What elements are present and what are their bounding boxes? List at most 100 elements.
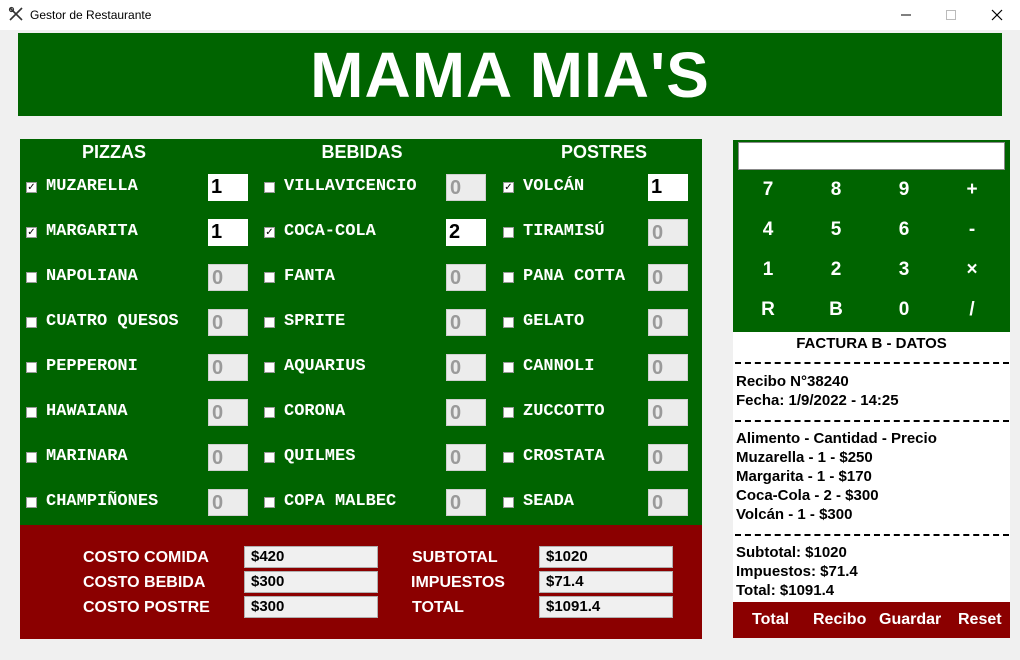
item-label: CANNOLI: [523, 357, 595, 376]
recibo-button[interactable]: Recibo: [813, 611, 866, 629]
item-quantity-field[interactable]: 0: [446, 399, 486, 426]
item-checkbox[interactable]: [503, 497, 514, 508]
item-checkbox[interactable]: [503, 227, 514, 238]
item-quantity-field[interactable]: 0: [208, 309, 248, 336]
impuestos-label: IMPUESTOS: [411, 574, 505, 591]
item-quantity-field[interactable]: 1: [208, 174, 248, 201]
calc-key[interactable]: 8: [806, 175, 866, 205]
subtotal-field[interactable]: $1020: [539, 546, 673, 568]
calc-key[interactable]: 1: [738, 255, 798, 285]
item-checkbox[interactable]: ✓: [264, 227, 275, 238]
item-checkbox[interactable]: ✓: [26, 227, 37, 238]
item-checkbox[interactable]: [264, 452, 275, 463]
item-quantity-field[interactable]: 0: [446, 489, 486, 516]
item-label: AQUARIUS: [284, 357, 366, 376]
item-quantity-field[interactable]: 0: [208, 399, 248, 426]
total-label: TOTAL: [412, 599, 464, 616]
item-checkbox[interactable]: [264, 497, 275, 508]
item-checkbox[interactable]: [264, 407, 275, 418]
item-label: CORONA: [284, 402, 346, 421]
item-quantity-field[interactable]: 0: [648, 354, 688, 381]
item-checkbox[interactable]: [264, 317, 275, 328]
item-quantity-field[interactable]: 0: [208, 264, 248, 291]
item-checkbox[interactable]: [503, 362, 514, 373]
reset-button[interactable]: Reset: [958, 611, 1002, 629]
item-quantity-field[interactable]: 0: [208, 489, 248, 516]
item-label: HAWAIANA: [46, 402, 128, 421]
restaurant-name: MAMA MIA'S: [310, 38, 710, 111]
item-quantity-field[interactable]: 0: [446, 444, 486, 471]
calc-key[interactable]: +: [942, 175, 1002, 205]
item-checkbox[interactable]: [503, 452, 514, 463]
item-label: VILLAVICENCIO: [284, 177, 417, 196]
costo-postre-field[interactable]: $300: [244, 596, 378, 618]
item-quantity-field[interactable]: 0: [446, 309, 486, 336]
item-label: MARGARITA: [46, 222, 138, 241]
item-quantity-field[interactable]: 0: [208, 354, 248, 381]
calc-key[interactable]: 2: [806, 255, 866, 285]
calc-key[interactable]: 4: [738, 215, 798, 245]
item-checkbox[interactable]: [264, 182, 275, 193]
calc-key[interactable]: R: [738, 295, 798, 325]
guardar-button[interactable]: Guardar: [879, 611, 941, 629]
calc-key[interactable]: 0: [874, 295, 934, 325]
total-button[interactable]: Total: [752, 611, 789, 629]
item-quantity-field[interactable]: 0: [648, 219, 688, 246]
item-checkbox[interactable]: [26, 452, 37, 463]
item-checkbox[interactable]: [26, 317, 37, 328]
calc-key[interactable]: 5: [806, 215, 866, 245]
item-quantity-field[interactable]: 0: [208, 444, 248, 471]
calculator-display[interactable]: [738, 142, 1005, 170]
maximize-button[interactable]: [928, 0, 974, 30]
item-label: CROSTATA: [523, 447, 605, 466]
item-checkbox[interactable]: [26, 272, 37, 283]
item-checkbox[interactable]: [503, 317, 514, 328]
item-checkbox[interactable]: ✓: [503, 182, 514, 193]
item-label: COCA-COLA: [284, 222, 376, 241]
receipt-columns-header: Alimento - Cantidad - Precio: [736, 430, 937, 447]
item-quantity-field[interactable]: 2: [446, 219, 486, 246]
item-label: VOLCÁN: [523, 177, 585, 196]
receipt-item: Margarita - 1 - $170: [736, 468, 872, 485]
close-button[interactable]: [974, 0, 1020, 30]
calc-key[interactable]: 6: [874, 215, 934, 245]
item-quantity-field[interactable]: 0: [648, 309, 688, 336]
calc-key[interactable]: 9: [874, 175, 934, 205]
calc-key[interactable]: ×: [942, 255, 1002, 285]
item-quantity-field[interactable]: 0: [648, 264, 688, 291]
item-quantity-field[interactable]: 1: [208, 219, 248, 246]
item-checkbox[interactable]: [503, 272, 514, 283]
item-quantity-field[interactable]: 0: [446, 264, 486, 291]
item-quantity-field[interactable]: 0: [446, 354, 486, 381]
item-label: TIRAMISÚ: [523, 222, 605, 241]
item-checkbox[interactable]: [503, 407, 514, 418]
calc-key[interactable]: 7: [738, 175, 798, 205]
impuestos-field[interactable]: $71.4: [539, 571, 673, 593]
item-checkbox[interactable]: [26, 362, 37, 373]
item-quantity-field[interactable]: 0: [648, 399, 688, 426]
receipt-item: Muzarella - 1 - $250: [736, 449, 873, 466]
item-quantity-field[interactable]: 0: [446, 174, 486, 201]
item-quantity-field[interactable]: 1: [648, 174, 688, 201]
calc-key[interactable]: 3: [874, 255, 934, 285]
item-label: FANTA: [284, 267, 336, 286]
total-field[interactable]: $1091.4: [539, 596, 673, 618]
costo-comida-field[interactable]: $420: [244, 546, 378, 568]
item-label: PANA COTTA: [523, 267, 626, 286]
item-quantity-field[interactable]: 0: [648, 489, 688, 516]
calc-key[interactable]: -: [942, 215, 1002, 245]
item-checkbox[interactable]: ✓: [26, 182, 37, 193]
maximize-icon: [946, 10, 956, 20]
receipt-date: Fecha: 1/9/2022 - 14:25: [736, 392, 899, 409]
item-label: SEADA: [523, 492, 575, 511]
costo-bebida-field[interactable]: $300: [244, 571, 378, 593]
item-checkbox[interactable]: [26, 407, 37, 418]
item-checkbox[interactable]: [264, 362, 275, 373]
item-quantity-field[interactable]: 0: [648, 444, 688, 471]
calc-key[interactable]: /: [942, 295, 1002, 325]
item-checkbox[interactable]: [26, 497, 37, 508]
minimize-button[interactable]: [883, 0, 929, 30]
item-checkbox[interactable]: [264, 272, 275, 283]
calc-key[interactable]: B: [806, 295, 866, 325]
receipt-divider: [735, 420, 1009, 422]
